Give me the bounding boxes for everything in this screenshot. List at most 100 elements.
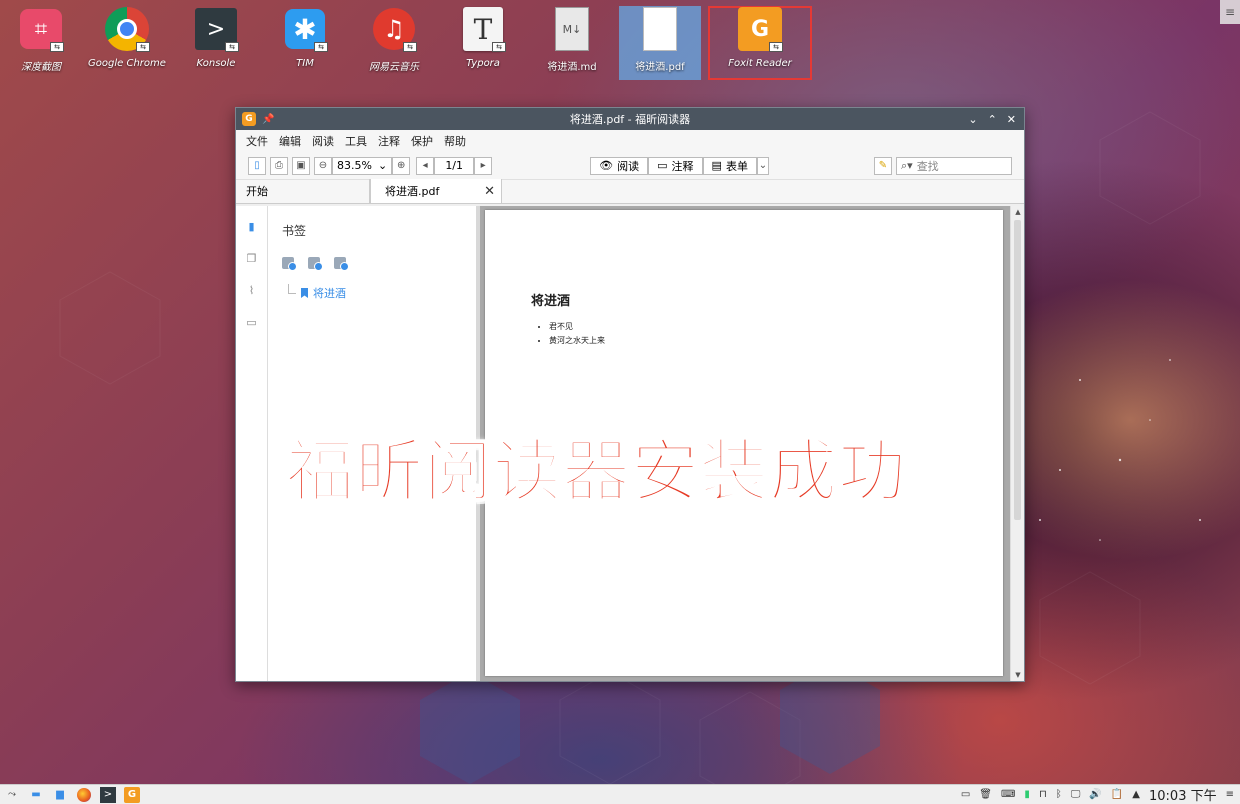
read-mode-label: 阅读 — [617, 159, 640, 173]
menu-edit[interactable]: 编辑 — [279, 133, 301, 149]
show-desktop-icon[interactable]: ▬ — [28, 787, 44, 803]
foxit-taskbar-icon[interactable]: G — [124, 786, 140, 803]
attachment-icon[interactable]: ⌇ — [246, 284, 258, 298]
close-button[interactable]: ✕ — [1007, 113, 1016, 126]
read-mode-button[interactable]: 👁 阅读 — [590, 156, 649, 175]
bluetooth-icon[interactable]: ᛒ — [1056, 789, 1062, 800]
prev-page-button[interactable]: ◂ — [416, 156, 435, 175]
desktop-icon-deepin-screenshot[interactable]: ⌗ ⇆ 深度截图 — [0, 6, 82, 80]
bookmark-tools — [282, 257, 462, 271]
terminal-taskbar-icon[interactable]: > — [100, 786, 116, 803]
window-title: 将进酒.pdf - 福昕阅读器 — [569, 113, 691, 126]
scroll-thumb[interactable] — [1014, 220, 1021, 520]
comment-mode-button[interactable]: ▭ 注释 — [648, 156, 703, 175]
typora-icon: T ⇆ — [460, 6, 506, 52]
keyboard-icon[interactable]: ⌨ — [1001, 789, 1015, 800]
tab-start[interactable]: 开始 — [236, 179, 370, 203]
window-titlebar[interactable]: G 📌 将进酒.pdf - 福昕阅读器 ⌄ ⌃ ✕ — [236, 108, 1024, 130]
foxit-reader-window: G 📌 将进酒.pdf - 福昕阅读器 ⌄ ⌃ ✕ 文件 编辑 阅读 工具 注释… — [235, 107, 1025, 682]
menu-help[interactable]: 帮助 — [444, 133, 466, 149]
menu-comment[interactable]: 注释 — [378, 133, 400, 149]
minimize-button[interactable]: ⌄ — [968, 113, 977, 126]
menu-file[interactable]: 文件 — [246, 133, 268, 149]
search-icon: ⌕▾ — [901, 158, 913, 172]
desktop-icon-label: Google Chrome — [88, 58, 166, 69]
comment-mode-label: 注释 — [671, 159, 694, 173]
trash-icon[interactable]: 🗑 — [979, 789, 992, 800]
desktop-icon-netease-music[interactable]: ♫ ⇆ 网易云音乐 — [353, 6, 435, 80]
scroll-up-arrow-icon[interactable]: ▲ — [1011, 206, 1025, 218]
pdf-file-icon — [637, 6, 683, 52]
terminal-icon: > ⇆ — [193, 6, 239, 52]
tab-close-icon[interactable]: ✕ — [484, 184, 495, 199]
scroll-down-arrow-icon[interactable]: ▼ — [1011, 669, 1025, 681]
bookmark-panel-icon[interactable]: ▮ — [246, 220, 258, 234]
desktop-file-pdf[interactable]: 将进酒.pdf — [619, 6, 701, 80]
tray-expand-icon[interactable]: ▲ — [1132, 789, 1140, 800]
window-overview-icon[interactable]: ▭ — [961, 789, 970, 800]
desktop-icon-label: Konsole — [196, 58, 236, 69]
save-icon[interactable]: ▣ — [292, 156, 310, 175]
volume-icon[interactable]: 🔊 — [1089, 789, 1101, 800]
document-bullet: 黄河之水天上来 — [549, 334, 605, 348]
search-input[interactable]: ⌕▾ 查找 — [896, 156, 1012, 175]
tim-icon: ✱ ⇆ — [282, 6, 328, 52]
clipboard-icon[interactable]: 📋 — [1111, 789, 1123, 800]
print-icon[interactable]: ⎙ — [270, 156, 288, 175]
delete-bookmark-icon[interactable] — [334, 257, 349, 271]
pages-panel-icon[interactable]: ❐ — [246, 252, 258, 266]
maximize-button[interactable]: ⌃ — [988, 113, 997, 126]
tab-document-label: 将进酒.pdf — [385, 185, 440, 198]
bookmark-icon — [301, 288, 308, 298]
comments-panel-icon[interactable]: ▭ — [246, 316, 258, 330]
manjaro-icon[interactable]: ▮ — [1024, 789, 1030, 800]
edit-bookmark-icon[interactable] — [308, 257, 323, 271]
firefox-icon[interactable] — [76, 787, 92, 803]
zoom-select[interactable]: 83.5% ⌄ — [332, 156, 393, 175]
desktop-icon-google-chrome[interactable]: ⇆ Google Chrome — [86, 6, 168, 80]
bookmark-item[interactable]: 将进酒 — [288, 284, 462, 301]
desktop-icon-label: 将进酒.pdf — [635, 62, 685, 73]
desktop-icon-konsole[interactable]: > ⇆ Konsole — [175, 6, 257, 80]
zoom-in-icon[interactable]: ⊕ — [392, 156, 411, 175]
tab-document[interactable]: 将进酒.pdf ✕ — [370, 179, 502, 203]
taskbar-menu-icon[interactable]: ≡ — [1226, 789, 1234, 800]
add-bookmark-icon[interactable] — [282, 257, 297, 271]
file-manager-icon[interactable]: ▆ — [52, 787, 68, 803]
zoom-out-icon[interactable]: ⊖ — [314, 156, 332, 175]
menu-protect[interactable]: 保护 — [411, 133, 433, 149]
next-page-button[interactable]: ▸ — [474, 156, 493, 175]
chevron-down-icon: ⌄ — [377, 159, 388, 172]
toolbar: ▯ ⎙ ▣ ⊖ 83.5% ⌄ ⊕ ◂ 1/1 ▸ 👁 阅读 ▭ 注释 ▤ 表单… — [236, 152, 1024, 180]
markdown-file-icon: M↓ — [549, 6, 595, 52]
desktop-icon-foxit-reader[interactable]: G ⇆ Foxit Reader — [708, 6, 812, 80]
bookmark-item-label: 将进酒 — [313, 287, 346, 300]
usb-icon[interactable]: ⊓ — [1039, 789, 1047, 800]
sidebar-toggle-icon[interactable]: ▯ — [248, 156, 266, 175]
vertical-scrollbar[interactable]: ▲ ▼ — [1010, 206, 1024, 681]
mode-chevron-down-icon[interactable]: ⌄ — [756, 156, 769, 175]
desktop-icon-label: Typora — [466, 58, 500, 69]
clock[interactable]: 10:03 下午 — [1149, 785, 1217, 804]
tree-connector — [288, 284, 296, 294]
menu-bar: 文件 编辑 阅读 工具 注释 保护 帮助 — [236, 130, 1024, 152]
desktop-icon-label: 深度截图 — [21, 62, 61, 73]
form-icon: ▤ — [711, 159, 722, 172]
desktop-icon-tim[interactable]: ✱ ⇆ TIM — [264, 6, 346, 80]
navigation-strip: ▮ ❐ ⌇ ▭ — [236, 206, 268, 681]
document-heading: 将进酒 — [531, 294, 571, 309]
eye-icon: 👁 — [599, 159, 614, 172]
chrome-icon: ⇆ — [104, 6, 150, 52]
form-mode-button[interactable]: ▤ 表单 — [702, 156, 757, 175]
screenshot-app-icon: ⌗ ⇆ — [18, 6, 64, 52]
form-mode-label: 表单 — [725, 159, 748, 173]
network-icon[interactable]: 🖵 — [1071, 789, 1081, 800]
desktop-icon-typora[interactable]: T ⇆ Typora — [442, 6, 524, 80]
desktop-corner-menu-button[interactable]: ≡ — [1220, 0, 1240, 24]
launcher-icon[interactable]: ⤳ — [4, 787, 20, 803]
menu-tools[interactable]: 工具 — [345, 133, 367, 149]
menu-read[interactable]: 阅读 — [312, 133, 334, 149]
page-number-input[interactable]: 1/1 — [434, 156, 475, 175]
desktop-file-markdown[interactable]: M↓ 将进酒.md — [531, 6, 613, 80]
highlight-pen-icon[interactable]: ✎ — [874, 156, 892, 175]
